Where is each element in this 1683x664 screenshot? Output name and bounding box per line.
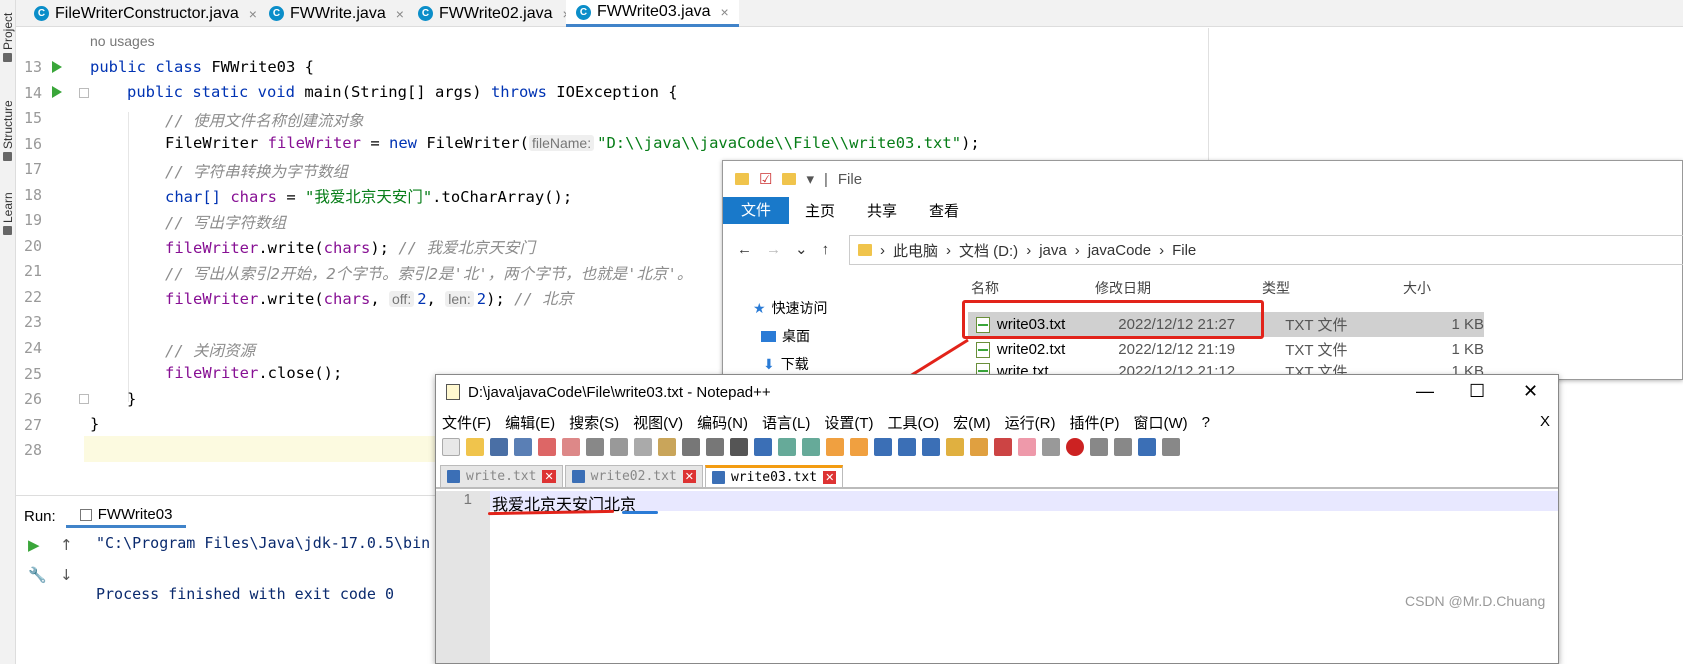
zoom-out-icon[interactable]: [802, 438, 820, 456]
replace-icon[interactable]: [754, 438, 772, 456]
tab-write-txt[interactable]: write.txt ✕: [440, 465, 563, 487]
notepad-titlebar: D:\java\javaCode\File\write03.txt - Note…: [436, 375, 1558, 409]
sync-v-icon[interactable]: [826, 438, 844, 456]
zoom-in-icon[interactable]: [778, 438, 796, 456]
maximize-icon[interactable]: ☐: [1469, 381, 1485, 402]
menu-encoding[interactable]: 编码(N): [697, 412, 748, 433]
minimize-icon[interactable]: —: [1416, 381, 1434, 402]
find-icon[interactable]: [730, 438, 748, 456]
tab-label: write02.txt: [590, 469, 677, 484]
menu-plugins[interactable]: 插件(P): [1069, 412, 1119, 433]
notepad-title: D:\java\javaCode\File\write03.txt - Note…: [468, 383, 771, 401]
function-list-icon[interactable]: [994, 438, 1012, 456]
new-file-icon[interactable]: [442, 438, 460, 456]
blue-underline: [622, 511, 658, 514]
save-all-icon[interactable]: [514, 438, 532, 456]
line-number: 1: [463, 491, 472, 508]
play-macro-icon[interactable]: [1114, 438, 1132, 456]
menu-file[interactable]: 文件(F): [442, 412, 491, 433]
show-all-chars-icon[interactable]: [898, 438, 916, 456]
menu-window[interactable]: 窗口(W): [1133, 412, 1187, 433]
menu-macro[interactable]: 宏(M): [953, 412, 991, 433]
close-file-icon[interactable]: [538, 438, 556, 456]
notepad-tab-bar: write.txt ✕ write02.txt ✕ write03.txt ✕: [436, 465, 1558, 489]
save-icon: [711, 471, 725, 484]
tab-label: write.txt: [466, 469, 537, 484]
notepad-menubar: 文件(F) 编辑(E) 搜索(S) 视图(V) 编码(N) 语言(L) 设置(T…: [436, 411, 1558, 433]
sync-h-icon[interactable]: [850, 438, 868, 456]
save-icon[interactable]: [490, 438, 508, 456]
menu-help[interactable]: ?: [1202, 414, 1210, 431]
run-macro-multiple-icon[interactable]: [1138, 438, 1156, 456]
close-icon[interactable]: ✕: [823, 471, 837, 484]
tab-write02-txt[interactable]: write02.txt ✕: [564, 465, 703, 487]
menu-view[interactable]: 视图(V): [633, 412, 683, 433]
open-file-icon[interactable]: [466, 438, 484, 456]
paste-icon[interactable]: [658, 438, 676, 456]
save-icon: [447, 470, 460, 483]
redo-icon[interactable]: [706, 438, 724, 456]
save-macro-icon[interactable]: [1162, 438, 1180, 456]
current-line-highlight: [490, 491, 1558, 511]
menu-settings[interactable]: 设置(T): [824, 412, 873, 433]
udl-icon[interactable]: [946, 438, 964, 456]
menu-edit[interactable]: 编辑(E): [505, 412, 555, 433]
close-document-icon[interactable]: X: [1540, 413, 1550, 430]
notepad-gutter: 1: [436, 491, 490, 663]
menu-run[interactable]: 运行(R): [1005, 412, 1056, 433]
cut-icon[interactable]: [610, 438, 628, 456]
menu-search[interactable]: 搜索(S): [569, 412, 619, 433]
close-icon[interactable]: ✕: [682, 470, 696, 483]
monitor-icon[interactable]: [1042, 438, 1060, 456]
save-icon: [571, 470, 585, 483]
close-all-icon[interactable]: [562, 438, 580, 456]
notepad-toolbar: [436, 433, 1558, 461]
close-icon[interactable]: ✕: [542, 470, 556, 483]
tab-label: write03.txt: [730, 470, 818, 485]
undo-icon[interactable]: [682, 438, 700, 456]
notepad-icon: [446, 384, 460, 400]
copy-icon[interactable]: [634, 438, 652, 456]
print-icon[interactable]: [586, 438, 604, 456]
stop-macro-icon[interactable]: [1090, 438, 1108, 456]
watermark: CSDN @Mr.D.Chuang: [1405, 593, 1546, 609]
tab-write03-txt[interactable]: write03.txt ✕: [704, 465, 844, 487]
close-icon[interactable]: ✕: [1523, 381, 1538, 402]
doc-map-icon[interactable]: [970, 438, 988, 456]
folder-workspace-icon[interactable]: [1018, 438, 1036, 456]
menu-tools[interactable]: 工具(O): [887, 412, 939, 433]
indent-guide-icon[interactable]: [922, 438, 940, 456]
word-wrap-icon[interactable]: [874, 438, 892, 456]
record-macro-icon[interactable]: [1066, 438, 1084, 456]
menu-language[interactable]: 语言(L): [762, 412, 810, 433]
notepad-window: D:\java\javaCode\File\write03.txt - Note…: [435, 374, 1559, 664]
